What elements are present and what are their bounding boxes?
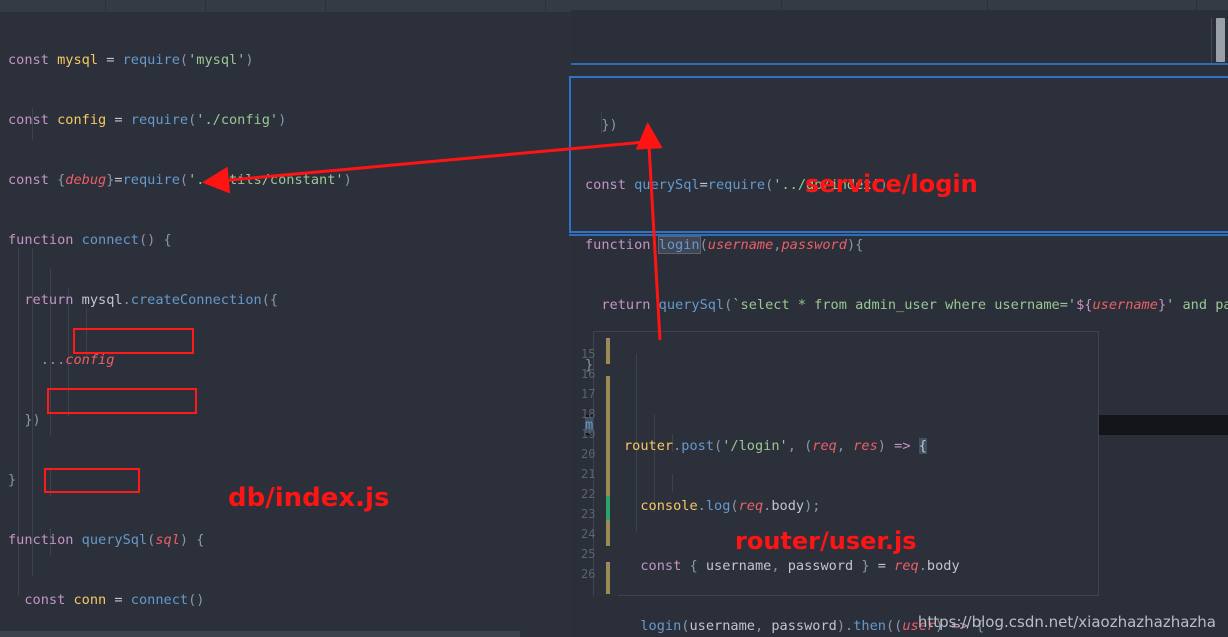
panel-top-accent-line [571,63,1228,65]
label-db-index: db/index.js [228,483,390,513]
code-line: const { username, password } = req.body [640,558,960,574]
code-line: return mysql.createConnection({ [24,292,279,308]
line-number: 18 [581,407,596,421]
code-line: function login(username,password){ [585,236,864,254]
vcs-added-marker [606,496,610,520]
code-line-partial [624,376,1104,396]
code-line: function connect() { [8,232,172,248]
router-code-content: router.post('/login', (req, res) => { co… [624,336,1104,637]
code-line: return querySql(`select * from admin_use… [601,297,1228,313]
line-number: 22 [581,487,596,501]
tab-divider [781,0,782,10]
router-gutter: 15 16 17 18 19 20 21 22 23 24 25 26 [581,332,618,597]
editor-service-login[interactable]: }) const querySql=require('../db/index')… [569,76,1228,435]
line-number: 25 [581,547,596,561]
line-number: 26 [581,567,596,581]
tab-divider [987,0,988,10]
code-line: const {debug}=require('../utils/constant… [8,172,352,188]
right-tab-strip[interactable] [571,0,1228,10]
tab-divider [1196,0,1197,10]
code-line: }) [24,412,41,428]
horizontal-scrollbar[interactable] [0,631,520,637]
line-number: 23 [581,507,596,521]
code-line: const mysql = require('mysql') [8,52,254,68]
line-number: 19 [581,427,596,441]
code-line: function querySql(sql) { [8,532,205,548]
panel-bottom-accent-line [569,234,1228,236]
code-line-partial: }) [601,117,618,133]
line-number: 16 [581,367,596,381]
code-line: const conn = connect() [24,592,205,608]
watermark-url: https://blog.csdn.net/xiaozhazhazhazha [917,613,1216,631]
editor-db-index[interactable]: const mysql = require('mysql') const con… [0,0,571,637]
line-number: 21 [581,467,596,481]
code-line: ...config [40,352,115,368]
label-router-user: router/user.js [735,527,917,555]
vcs-modified-marker [606,338,610,364]
vcs-modified-marker [606,376,610,496]
line-number: 24 [581,527,596,541]
code-line: const config = require('./config') [8,112,287,128]
line-number: 20 [581,447,596,461]
left-code-content: const mysql = require('mysql') const con… [8,10,571,637]
code-line: router.post('/login', (req, res) => { [624,438,927,454]
vcs-modified-marker [606,562,610,594]
vcs-modified-marker [606,520,610,546]
line-number: 15 [581,347,596,361]
screenshot-stage: const mysql = require('mysql') const con… [0,0,1228,637]
label-service-login: service/login [805,170,978,198]
code-line: console.log(req.body); [640,498,821,514]
editor-router-user[interactable]: 15 16 17 18 19 20 21 22 23 24 25 26 rout… [581,331,1099,634]
scrollbar-track [1211,18,1212,65]
vertical-scrollbar-thumb[interactable] [1216,18,1225,62]
line-number: 17 [581,387,596,401]
